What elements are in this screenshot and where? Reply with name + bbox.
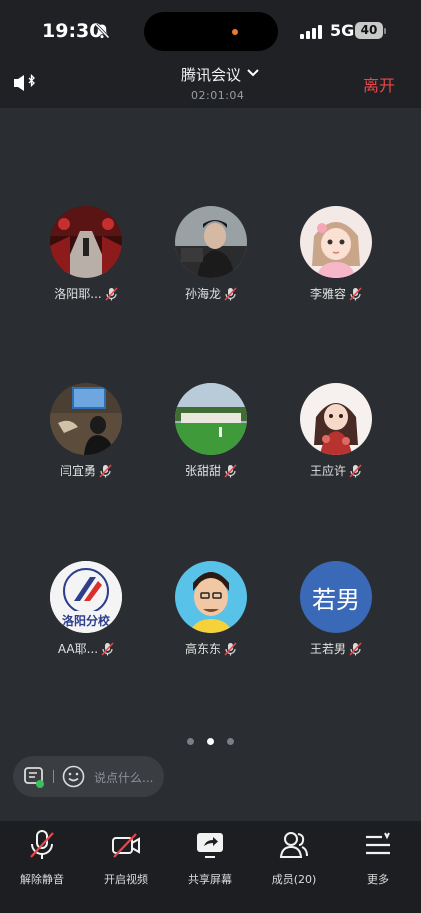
avatar-initials: 若男 — [300, 561, 372, 633]
share-screen-button[interactable]: 共享屏幕 — [168, 829, 252, 889]
network-type: 5G — [330, 21, 355, 40]
meeting-header: 腾讯会议 02:01:04 离开 — [0, 62, 421, 108]
muted-mic-icon — [349, 641, 362, 656]
chat-input-bar[interactable]: 说点什么... — [13, 756, 164, 797]
status-bar: 19:30 5G 40 — [0, 0, 421, 62]
avatar — [175, 383, 247, 455]
avatar — [50, 206, 122, 278]
avatar: 洛阳分校 — [50, 561, 122, 633]
participant-tile[interactable]: 洛阳耶... — [31, 206, 141, 316]
share-screen-icon — [197, 833, 223, 858]
meeting-toolbar: 解除静音 开启视频 共享屏幕 成员(20) 更多 — [0, 821, 421, 913]
participant-tile[interactable]: 张甜甜 — [156, 383, 266, 493]
battery-icon: 40 — [355, 22, 383, 39]
chat-list-icon[interactable] — [23, 766, 45, 788]
participant-name: 洛阳耶... — [54, 287, 102, 301]
avatar — [50, 383, 122, 455]
divider — [53, 770, 54, 783]
muted-mic-icon — [101, 641, 114, 656]
recording-dot — [232, 29, 238, 35]
dynamic-island — [144, 12, 278, 51]
members-icon — [279, 832, 308, 858]
page-dot[interactable] — [227, 738, 234, 745]
muted-mic-icon — [105, 286, 118, 301]
toolbar-label: 更多 — [367, 873, 389, 886]
members-button[interactable]: 成员(20) — [252, 829, 336, 889]
avatar — [300, 206, 372, 278]
participant-tile[interactable]: 王应许 — [281, 383, 391, 493]
participant-name: 李雅容 — [309, 287, 346, 301]
chat-placeholder[interactable]: 说点什么... — [94, 769, 153, 786]
participant-tile[interactable]: 闫宜勇 — [31, 383, 141, 493]
participant-tile[interactable]: 孙海龙 — [156, 206, 266, 316]
participant-tile[interactable]: 李雅容 — [281, 206, 391, 316]
meeting-title[interactable]: 腾讯会议 — [181, 64, 241, 85]
muted-mic-icon — [224, 286, 237, 301]
participant-name: 王若男 — [309, 642, 346, 656]
start-video-button[interactable]: 开启视频 — [84, 829, 168, 889]
more-button[interactable]: 更多 — [336, 829, 420, 889]
participant-name: 高东东 — [184, 642, 221, 656]
muted-mic-icon — [349, 286, 362, 301]
page-dot[interactable] — [187, 738, 194, 745]
avatar-logo-text: 洛阳分校 — [61, 614, 110, 628]
camera-off-icon — [112, 833, 140, 858]
leave-button[interactable]: 离开 — [363, 72, 395, 96]
participant-tile[interactable]: 高东东 — [156, 561, 266, 671]
participant-name: 王应许 — [309, 464, 346, 478]
page-dot-active[interactable] — [207, 738, 214, 745]
participant-name: AA耶... — [57, 642, 99, 656]
toolbar-label: 成员(20) — [271, 873, 317, 886]
speaker-bluetooth-icon[interactable] — [12, 72, 38, 94]
muted-mic-icon — [349, 463, 362, 478]
meeting-elapsed-time: 02:01:04 — [191, 89, 245, 102]
unmute-button[interactable]: 解除静音 — [0, 829, 84, 889]
page-indicator[interactable] — [187, 738, 234, 745]
avatar — [300, 383, 372, 455]
toolbar-label: 解除静音 — [20, 873, 64, 886]
avatar — [175, 206, 247, 278]
muted-mic-icon — [99, 463, 112, 478]
muted-mic-icon — [224, 641, 237, 656]
toolbar-label: 共享屏幕 — [188, 873, 232, 886]
silent-bell-icon — [94, 23, 110, 39]
participant-tile[interactable]: 洛阳分校 AA耶... — [31, 561, 141, 671]
emoji-icon[interactable] — [62, 765, 85, 788]
participant-tile[interactable]: 若男 王若男 — [281, 561, 391, 671]
participant-name: 张甜甜 — [184, 464, 221, 478]
battery-tip — [384, 28, 386, 34]
chevron-down-icon[interactable] — [246, 68, 260, 78]
participant-name: 孙海龙 — [184, 287, 221, 301]
mic-off-icon — [30, 830, 54, 859]
avatar — [175, 561, 247, 633]
participant-name: 闫宜勇 — [59, 464, 96, 478]
toolbar-label: 开启视频 — [104, 873, 148, 886]
avatar: 若男 — [300, 561, 372, 633]
menu-more-icon — [366, 832, 390, 855]
muted-mic-icon — [224, 463, 237, 478]
signal-strength-icon — [300, 25, 322, 39]
